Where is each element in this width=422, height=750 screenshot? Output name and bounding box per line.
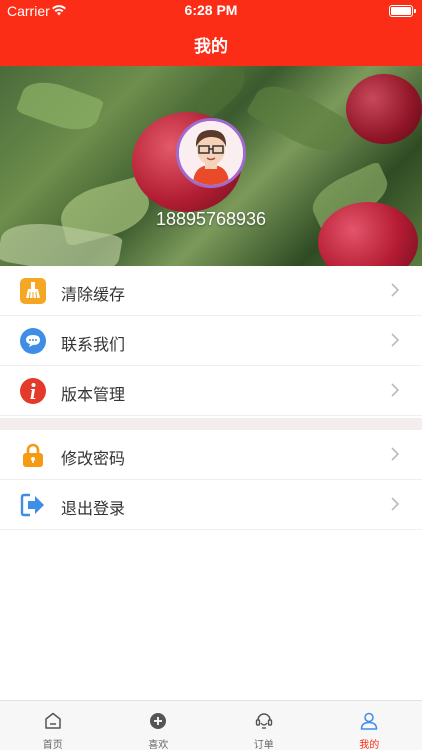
- orders-icon: [255, 713, 272, 729]
- chevron-right-icon: [391, 333, 400, 347]
- tab-label: 首页: [42, 740, 63, 750]
- menu-item-contact-us[interactable]: 联系我们: [0, 316, 422, 366]
- tab-orders[interactable]: 订单: [211, 701, 317, 750]
- settings-menu-group-2: 修改密码 退出登录: [0, 430, 422, 530]
- info-icon: [20, 378, 46, 404]
- settings-menu-group-1: 清除缓存 联系我们 版本管理: [0, 266, 422, 416]
- tab-home[interactable]: 首页: [0, 701, 106, 750]
- tab-bar: 首页 喜欢 订单 我的: [0, 700, 422, 750]
- battery-icon: [389, 5, 416, 17]
- tab-mine[interactable]: 我的: [317, 701, 422, 750]
- clock: 6:28 PM: [184, 2, 238, 18]
- top-bar: Carrier 6:28 PM 我的: [0, 0, 422, 66]
- home-icon: [45, 712, 61, 729]
- tab-label: 喜欢: [148, 740, 169, 750]
- avatar-illustration: [179, 121, 243, 185]
- chevron-right-icon: [391, 283, 400, 297]
- menu-item-label: 版本管理: [61, 385, 126, 404]
- user-phone-number: 18895768936: [155, 209, 267, 229]
- chat-bubble-icon: [20, 328, 46, 354]
- avatar[interactable]: [176, 118, 246, 188]
- tab-label: 我的: [359, 740, 380, 750]
- user-icon: [361, 712, 378, 730]
- tab-favorites[interactable]: 喜欢: [106, 701, 212, 750]
- plus-circle-icon: [150, 713, 167, 729]
- menu-item-clear-cache[interactable]: 清除缓存: [0, 266, 422, 316]
- status-bar: Carrier 6:28 PM: [0, 0, 422, 22]
- chevron-right-icon: [391, 447, 400, 461]
- chevron-right-icon: [391, 497, 400, 511]
- menu-item-logout[interactable]: 退出登录: [0, 480, 422, 530]
- menu-item-version[interactable]: 版本管理: [0, 366, 422, 416]
- menu-item-label: 修改密码: [61, 449, 126, 468]
- chevron-right-icon: [391, 383, 400, 397]
- menu-item-label: 清除缓存: [61, 285, 126, 304]
- section-divider: [0, 418, 422, 430]
- menu-item-label: 联系我们: [61, 335, 126, 354]
- menu-item-label: 退出登录: [61, 499, 126, 518]
- tab-label: 订单: [253, 740, 274, 750]
- broom-icon: [20, 278, 46, 304]
- menu-item-change-password[interactable]: 修改密码: [0, 430, 422, 480]
- profile-header-background: 18895768936: [0, 66, 422, 266]
- lock-icon: [23, 443, 43, 467]
- logout-icon: [20, 493, 44, 517]
- page-title: 我的: [194, 37, 228, 57]
